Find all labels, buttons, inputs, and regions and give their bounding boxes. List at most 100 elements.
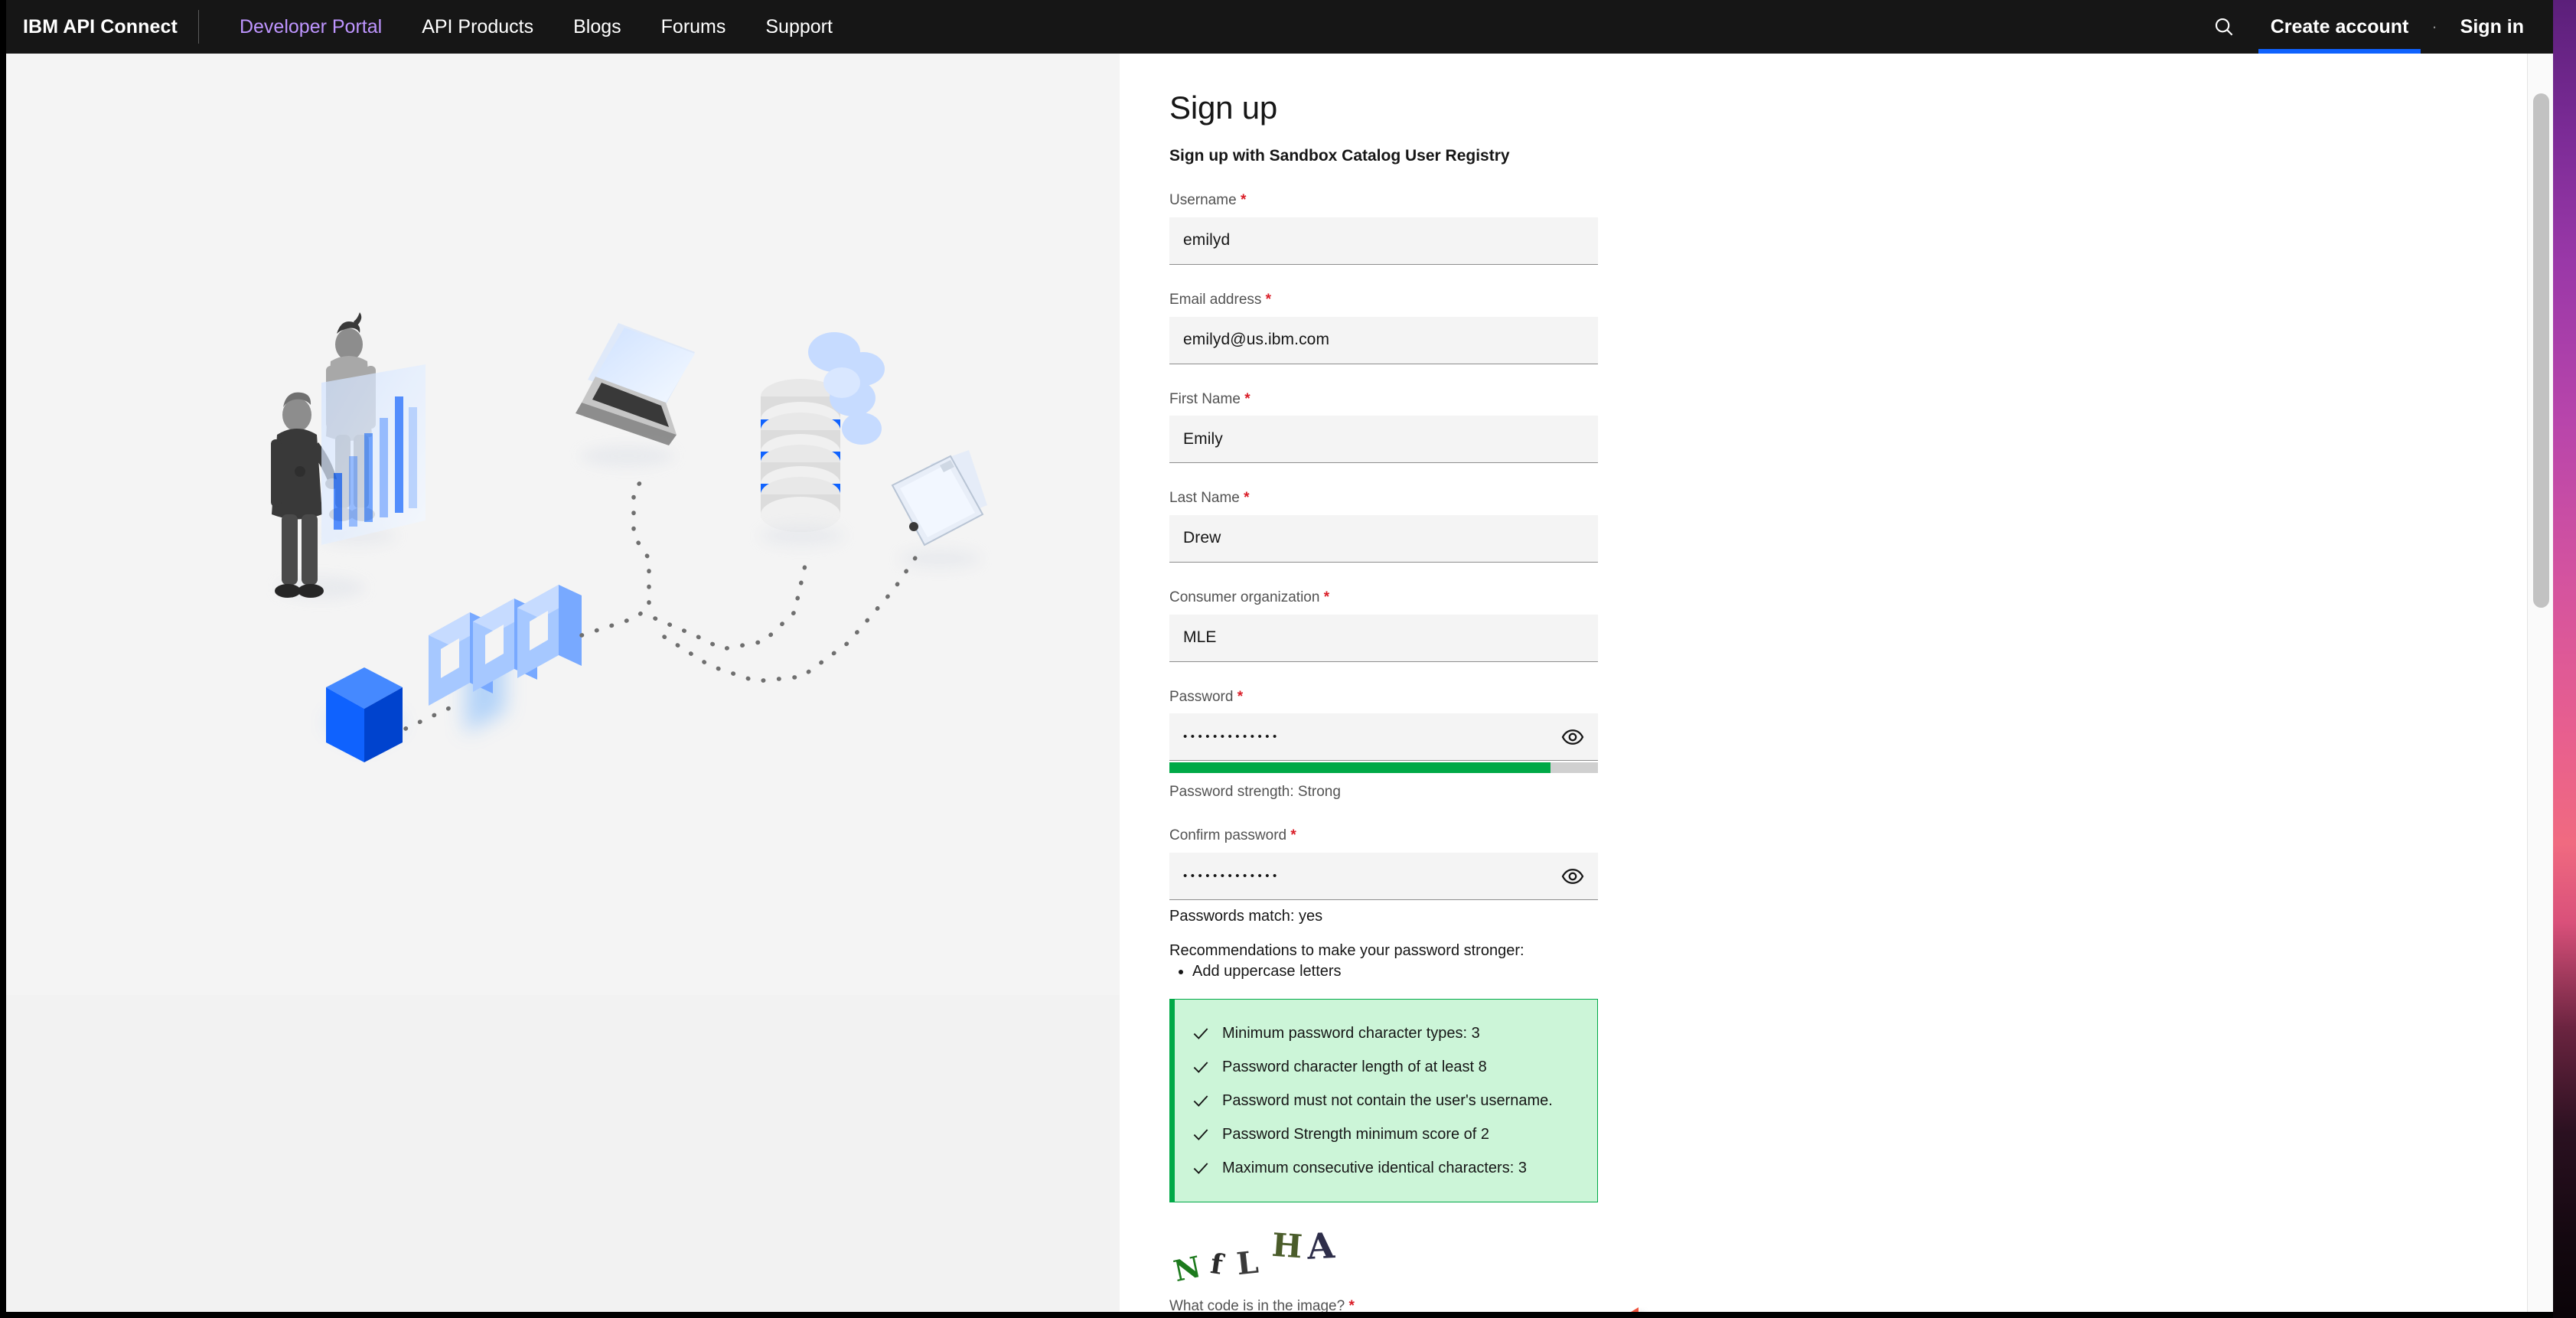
input-confirm-password[interactable]: ••••••••••••• (1169, 853, 1598, 900)
label-last-name: Last Name * (1169, 489, 1598, 508)
label-email: Email address * (1169, 291, 1598, 310)
check-icon (1189, 1057, 1213, 1077)
label-email-text: Email address (1169, 292, 1261, 308)
input-consumer-organization-value: MLE (1169, 628, 1216, 647)
label-captcha-question: What code is in the image? * (1169, 1297, 1598, 1316)
requirement-text: Minimum password character types: 3 (1222, 1025, 1480, 1042)
required-marker: * (1244, 391, 1250, 407)
check-icon (1189, 1158, 1213, 1178)
requirement-row: Password Strength minimum score of 2 (1189, 1117, 1580, 1151)
captcha-character: f (1208, 1248, 1224, 1281)
passwords-match-text: Passwords match: yes (1169, 908, 1598, 925)
api-connect-isometric-illustration (236, 306, 1001, 781)
check-icon (1189, 1091, 1213, 1111)
check-icon (1189, 1023, 1213, 1043)
label-consumer-organization-text: Consumer organization (1169, 589, 1319, 605)
input-last-name-value: Drew (1169, 529, 1221, 547)
label-password-text: Password (1169, 689, 1233, 705)
field-group-first-name: First Name * Emily (1169, 390, 1598, 464)
captcha-image: NfLHA (1169, 1224, 1361, 1284)
blue-cube (326, 667, 403, 762)
recommendation-item: Add uppercase letters (1192, 961, 1598, 982)
label-username-text: Username (1169, 192, 1237, 208)
hero-illustration-panel (6, 54, 1120, 995)
required-marker: * (1244, 490, 1249, 506)
nav-item-developer-portal[interactable]: Developer Portal (220, 0, 402, 54)
check-icon (1189, 1124, 1213, 1144)
requirement-text: Password must not contain the user's use… (1222, 1092, 1553, 1110)
field-group-last-name: Last Name * Drew (1169, 489, 1598, 563)
requirement-row: Maximum consecutive identical characters… (1189, 1151, 1580, 1185)
laptop-icon (576, 323, 695, 467)
input-email-value: emilyd@us.ibm.com (1169, 331, 1329, 349)
annotation-arrow (1594, 1305, 1831, 1318)
page-scrollbar-track[interactable] (2527, 54, 2553, 1318)
label-captcha-question-text: What code is in the image? (1169, 1298, 1345, 1314)
requirement-text: Password character length of at least 8 (1222, 1059, 1487, 1076)
password-requirements-panel: Minimum password character types: 3 Pass… (1169, 999, 1598, 1202)
page-scrollbar-thumb[interactable] (2533, 93, 2549, 608)
required-marker: * (1324, 589, 1329, 605)
label-confirm-password: Confirm password * (1169, 827, 1598, 846)
nav-divider (198, 10, 199, 44)
field-group-confirm-password: Confirm password * ••••••••••••• Passwor… (1169, 827, 1598, 925)
field-group-consumer-organization: Consumer organization * MLE (1169, 589, 1598, 662)
input-email[interactable]: emilyd@us.ibm.com (1169, 317, 1598, 364)
requirement-row: Password must not contain the user's use… (1189, 1084, 1580, 1117)
captcha-character: A (1306, 1225, 1335, 1267)
chart-hologram (321, 364, 426, 545)
captcha-character: L (1235, 1245, 1260, 1283)
nav-item-blogs[interactable]: Blogs (553, 0, 641, 54)
password-reveal-eye-icon[interactable] (1558, 723, 1587, 752)
form-subtitle: Sign up with Sandbox Catalog User Regist… (1169, 147, 1598, 165)
password-strength-bar (1169, 762, 1598, 773)
captcha-character: H (1270, 1226, 1303, 1266)
label-first-name: First Name * (1169, 390, 1598, 409)
field-group-username: Username * emilyd (1169, 191, 1598, 265)
input-first-name[interactable]: Emily (1169, 416, 1598, 463)
confirm-password-reveal-eye-icon[interactable] (1558, 862, 1587, 891)
top-navigation-bar: IBM API Connect Developer Portal API Pro… (6, 0, 2553, 54)
search-icon[interactable] (2197, 0, 2251, 54)
input-username[interactable]: emilyd (1169, 217, 1598, 265)
field-group-email: Email address * emilyd@us.ibm.com (1169, 291, 1598, 364)
brand-logo-text: IBM API Connect (23, 16, 178, 38)
page-title: Sign up (1169, 90, 1598, 126)
password-strength-text: Password strength: Strong (1169, 784, 1598, 801)
browser-window: IBM API Connect Developer Portal API Pro… (0, 0, 2553, 1318)
nav-item-support[interactable]: Support (745, 0, 853, 54)
captcha-block: NfLHA What code is in the image? * NflHA… (1169, 1224, 1598, 1318)
input-last-name[interactable]: Drew (1169, 515, 1598, 563)
nav-item-api-products[interactable]: API Products (402, 0, 553, 54)
input-password[interactable]: ••••••••••••• (1169, 713, 1598, 761)
hero-illustration-lower-area (6, 995, 1120, 1312)
signup-form: Sign up Sign up with Sandbox Catalog Use… (1169, 54, 1598, 1318)
requirement-row: Minimum password character types: 3 (1189, 1016, 1580, 1050)
label-username: Username * (1169, 191, 1598, 210)
required-marker: * (1290, 827, 1296, 843)
label-first-name-text: First Name (1169, 391, 1241, 407)
sign-in-link[interactable]: Sign in (2441, 0, 2544, 54)
required-marker: * (1266, 292, 1271, 308)
captcha-character: N (1171, 1249, 1204, 1288)
recommendations-title: Recommendations to make your password st… (1169, 942, 1598, 960)
input-username-value: emilyd (1169, 231, 1230, 250)
page-body: Sign up Sign up with Sandbox Catalog Use… (6, 54, 2553, 1312)
label-consumer-organization: Consumer organization * (1169, 589, 1598, 608)
required-marker: * (1241, 192, 1246, 208)
gateway-blocks (429, 585, 582, 733)
label-last-name-text: Last Name (1169, 490, 1240, 506)
input-confirm-password-value: ••••••••••••• (1169, 869, 1280, 882)
create-account-link[interactable]: Create account (2251, 0, 2429, 54)
requirement-text: Password Strength minimum score of 2 (1222, 1126, 1489, 1143)
mobile-phone-icon (892, 450, 987, 569)
recommendations-list: Add uppercase letters (1192, 961, 1598, 982)
requirement-row: Password character length of at least 8 (1189, 1050, 1580, 1084)
nav-separator-dot: · (2428, 0, 2440, 54)
required-marker: * (1237, 689, 1243, 705)
input-first-name-value: Emily (1169, 430, 1223, 449)
input-password-value: ••••••••••••• (1169, 730, 1280, 743)
nav-item-forums[interactable]: Forums (641, 0, 746, 54)
desktop-wallpaper-strip (2553, 0, 2576, 1318)
input-consumer-organization[interactable]: MLE (1169, 615, 1598, 662)
